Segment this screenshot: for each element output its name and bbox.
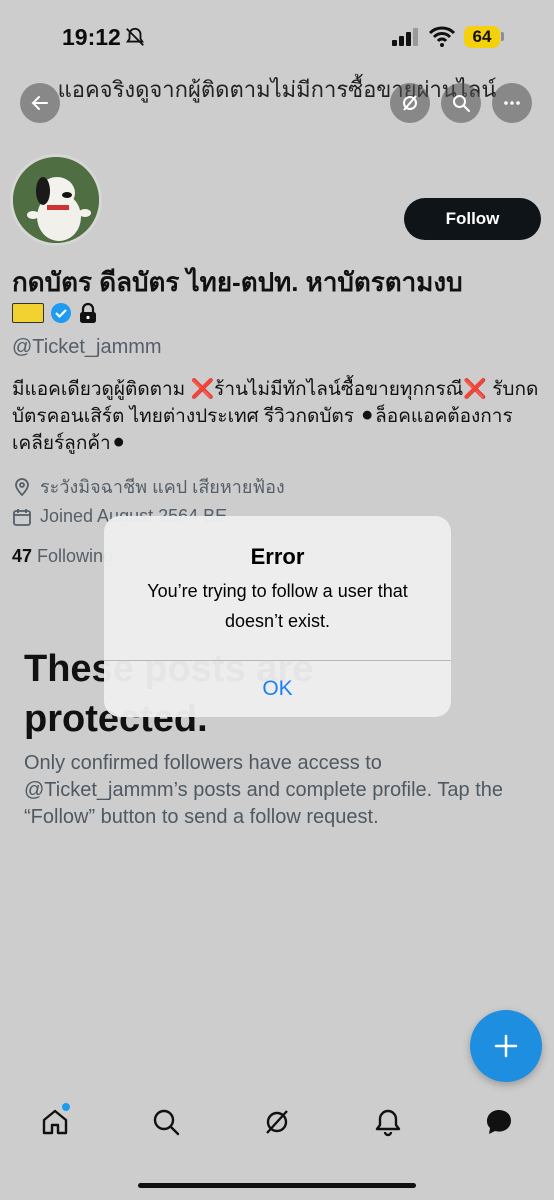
bell-icon	[375, 1109, 401, 1137]
nav-notifications[interactable]	[373, 1107, 403, 1137]
status-bar: 19:12 64	[0, 0, 554, 70]
protected-description: Only confirmed followers have access to …	[24, 752, 504, 828]
home-indicator	[138, 1183, 416, 1188]
following-count: 47	[12, 546, 33, 566]
alert-message: You’re trying to follow a user that does…	[147, 581, 408, 631]
status-time: 19:12	[62, 24, 121, 50]
nav-search[interactable]	[151, 1107, 181, 1137]
back-arrow-icon	[31, 96, 48, 110]
plus-icon	[494, 1034, 518, 1058]
lock-icon	[80, 302, 96, 323]
battery-tip	[501, 32, 504, 41]
bell-off-icon	[125, 27, 145, 46]
nav-grok[interactable]	[262, 1107, 292, 1137]
screen: 19:12 64 แอคจริงดูจากผู้ติดตามไม่มีการซื…	[0, 0, 554, 1200]
location-text: ระวังมิจฉาชีพ แคป เสียหายฟ้อง	[40, 477, 285, 497]
more-button[interactable]	[492, 83, 532, 123]
error-alert: Error You’re trying to follow a user tha…	[104, 516, 451, 717]
alert-ok-button[interactable]: OK	[104, 661, 451, 717]
wifi-icon	[428, 26, 456, 47]
compose-button[interactable]	[470, 1010, 542, 1082]
location-icon	[15, 477, 29, 496]
display-name: กดบัตร ดีลบัตร ไทย-ตปท. หาบัตรตามงบ	[12, 267, 463, 297]
verified-icon[interactable]	[50, 302, 72, 324]
bottom-nav	[0, 1095, 554, 1155]
profile-location: ระวังมิจฉาชีพ แคป เสียหายฟ้อง	[12, 472, 285, 501]
following-stat[interactable]: 47 Following	[12, 546, 113, 567]
grok-icon	[403, 95, 417, 111]
search-button[interactable]	[441, 83, 481, 123]
search-icon	[453, 95, 470, 112]
search-icon	[153, 1109, 180, 1136]
battery-level: 64	[464, 26, 500, 48]
profile-bio: มีแอคเดียวดูผู้ติดตาม ❌ร้านไม่มีทักไลน์ซ…	[12, 379, 539, 454]
avatar-image	[13, 157, 99, 243]
more-icon	[504, 101, 520, 105]
ticket-emoji	[12, 303, 44, 323]
messages-icon	[487, 1110, 511, 1134]
back-button[interactable]	[20, 83, 60, 123]
signal-icon	[392, 28, 418, 46]
name-badges	[12, 302, 98, 324]
profile-handle: @Ticket_jammm	[12, 336, 162, 358]
calendar-icon	[13, 508, 31, 526]
home-notification-dot	[62, 1103, 70, 1111]
follow-button[interactable]: Follow	[404, 198, 541, 240]
following-label: Following	[37, 546, 114, 566]
nav-messages[interactable]	[484, 1107, 514, 1137]
alert-title: Error	[250, 544, 305, 569]
grok-button[interactable]	[390, 83, 430, 123]
home-icon	[42, 1109, 68, 1135]
avatar[interactable]	[10, 154, 102, 246]
grok-icon	[266, 1110, 288, 1134]
nav-home[interactable]	[40, 1107, 70, 1137]
